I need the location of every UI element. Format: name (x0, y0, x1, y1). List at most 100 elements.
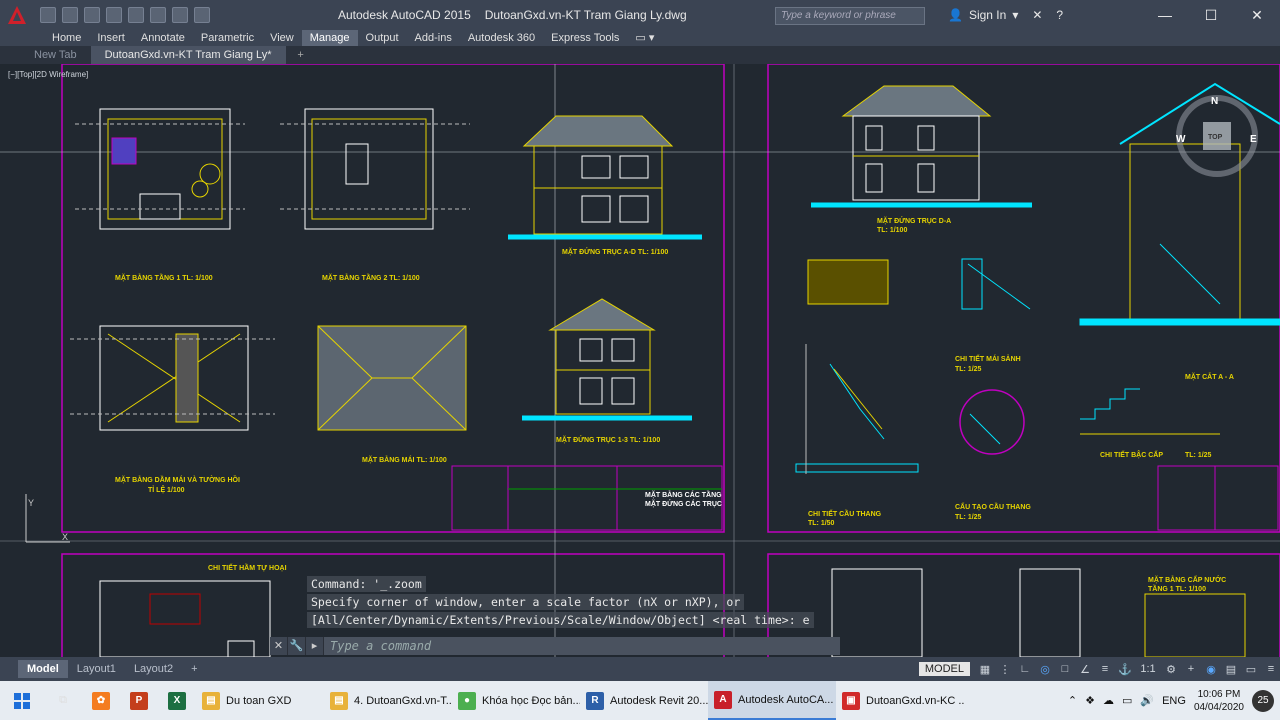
plus-icon[interactable]: + (1182, 660, 1200, 678)
taskbar-item-label: DutoanGxd.vn-KC ... (866, 694, 964, 707)
layout-tab-layout2[interactable]: Layout2 (125, 660, 182, 678)
grid-icon[interactable]: ▦ (976, 660, 994, 678)
label-sheet-title-2: MẶT ĐỨNG CÁC TRỤC (645, 499, 722, 508)
scale-value[interactable]: 1:1 (1136, 660, 1160, 678)
command-input[interactable]: Type a command (324, 637, 840, 655)
clock-time: 10:06 PM (1197, 688, 1241, 700)
annotation-scale-icon[interactable]: ⚓ (1116, 660, 1134, 678)
workspace-dropdown-icon[interactable] (194, 7, 210, 23)
language-indicator[interactable]: ENG (1162, 695, 1186, 707)
clock[interactable]: 10:06 PM 04/04/2020 (1194, 688, 1244, 714)
add-layout-icon[interactable]: + (182, 660, 206, 678)
label-sheet-title-1: MẶT BẰNG CÁC TẦNG (645, 489, 722, 499)
print-icon[interactable] (128, 7, 144, 23)
tab-insert[interactable]: Insert (89, 30, 133, 46)
polar-icon[interactable]: ◎ (1036, 660, 1054, 678)
volume-icon[interactable]: 🔊 (1140, 694, 1154, 707)
close-button[interactable]: ✕ (1234, 0, 1280, 30)
recent-commands-icon[interactable]: ▸ (306, 637, 324, 655)
open-file-icon[interactable] (62, 7, 78, 23)
snap-icon[interactable]: ⋮ (996, 660, 1014, 678)
sign-in-button[interactable]: 👤 Sign In ▾ ✕ ? (948, 8, 1063, 22)
network-icon[interactable]: ▭ (1122, 694, 1132, 707)
hardware-accel-icon[interactable]: ▤ (1222, 660, 1240, 678)
save-icon[interactable] (84, 7, 100, 23)
taskbar-app-icon: ● (458, 691, 476, 710)
floor-plan-1 (75, 108, 245, 230)
new-file-icon[interactable] (40, 7, 56, 23)
close-command-icon[interactable]: ✕ (270, 637, 288, 655)
drawing-canvas[interactable]: [−][Top][2D Wireframe] YX MẶT BẰNG TẦNG … (0, 64, 1280, 657)
windows-start-icon[interactable] (0, 681, 44, 720)
taskbar-item[interactable]: R Autodesk Revit 20... (580, 681, 708, 720)
tab-parametric[interactable]: Parametric (193, 30, 262, 46)
help-icon[interactable]: ? (1056, 8, 1063, 22)
tab-active-drawing[interactable]: DutoanGxd.vn-KT Tram Giang Ly* (90, 46, 286, 64)
taskbar-item[interactable]: ▤ Du toan GXD (196, 681, 324, 720)
label-stair-struct: CẤU TẠO CẦU THANG (955, 501, 1031, 511)
task-view-icon[interactable]: ⧉ (44, 681, 82, 720)
minimize-button[interactable]: — (1142, 0, 1188, 30)
onedrive-icon[interactable]: ☁ (1103, 694, 1114, 707)
otrack-icon[interactable]: ∠ (1076, 660, 1094, 678)
lineweight-icon[interactable]: ≡ (1096, 660, 1114, 678)
customize-command-icon[interactable]: 🔧 (288, 637, 306, 655)
taskbar-app-icon: A (714, 690, 732, 709)
ortho-icon[interactable]: ∟ (1016, 660, 1034, 678)
clean-screen-icon[interactable]: ▭ (1242, 660, 1260, 678)
user-icon: 👤 (948, 8, 963, 22)
layout-tab-layout1[interactable]: Layout1 (68, 660, 125, 678)
taskbar-item[interactable]: ● Khóa học Đọc bản... (452, 681, 580, 720)
tab-view[interactable]: View (262, 30, 302, 46)
powerpoint-icon[interactable]: P (120, 681, 158, 720)
undo-icon[interactable] (150, 7, 166, 23)
excel-icon[interactable]: X (158, 681, 196, 720)
taskbar-item[interactable]: ▣ DutoanGxd.vn-KC ... (836, 681, 964, 720)
tab-output[interactable]: Output (358, 30, 407, 46)
taskbar-items: ▤ Du toan GXD ▤ 4. DutoanGxd.vn-T... ● Khóa h… (196, 681, 964, 720)
label-roof-beam-scale: TỈ LỆ 1/100 (148, 485, 185, 494)
tray-chevron-icon[interactable]: ⌃ (1068, 694, 1077, 707)
add-tab-icon[interactable]: + (292, 46, 310, 64)
isolate-icon[interactable]: ◉ (1202, 660, 1220, 678)
xampp-icon[interactable]: ✿ (82, 681, 120, 720)
taskbar-item-label: Du toan GXD (226, 694, 292, 707)
roof-beam-plan (70, 325, 275, 431)
window-title: Autodesk AutoCAD 2015 DutoanGxd.vn-KT Tra… (338, 8, 687, 22)
model-space-button[interactable]: MODEL (918, 662, 970, 676)
search-input[interactable]: Type a keyword or phrase (775, 7, 925, 25)
exchange-icon[interactable]: ✕ (1032, 8, 1042, 22)
tab-add-ins[interactable]: Add-ins (407, 30, 460, 46)
redo-icon[interactable] (172, 7, 188, 23)
tab-express-tools[interactable]: Express Tools (543, 30, 627, 46)
label-floor2: MẶT BẰNG TẦNG 2 TL: 1/100 (322, 272, 420, 282)
command-history: Command: '_.zoom Specify corner of windo… (307, 576, 847, 630)
document-tab-bar: New Tab DutoanGxd.vn-KT Tram Giang Ly* + (0, 46, 1280, 64)
maximize-button[interactable]: ☐ (1188, 0, 1234, 30)
workspace-gear-icon[interactable]: ⚙ (1162, 660, 1180, 678)
tab-home[interactable]: Home (44, 30, 89, 46)
taskbar-item[interactable]: A Autodesk AutoCA... (708, 681, 836, 720)
osnap-icon[interactable]: □ (1056, 660, 1074, 678)
ribbon-toggle-icon[interactable]: ▭ ▾ (627, 30, 662, 46)
taskbar-item[interactable]: ▤ 4. DutoanGxd.vn-T... (324, 681, 452, 720)
dropbox-icon[interactable]: ❖ (1085, 694, 1095, 707)
viewport-label[interactable]: [−][Top][2D Wireframe] (8, 70, 88, 79)
taskbar-item-label: 4. DutoanGxd.vn-T... (354, 694, 452, 707)
save-as-icon[interactable] (106, 7, 122, 23)
notification-badge[interactable]: 25 (1252, 689, 1274, 712)
status-bar: Model Layout1 Layout2 + MODEL ▦ ⋮ ∟ ◎ □ ∠ … (0, 657, 1280, 681)
label-roof: MẶT BẰNG MÁI TL: 1/100 (362, 455, 447, 464)
window-controls: — ☐ ✕ (1142, 0, 1280, 30)
tab-autodesk-360[interactable]: Autodesk 360 (460, 30, 543, 46)
customize-icon[interactable]: ≡ (1262, 660, 1280, 678)
tab-annotate[interactable]: Annotate (133, 30, 193, 46)
autocad-logo-icon[interactable] (0, 0, 34, 30)
label-roof-beam: MẶT BẰNG DẦM MÁI VÀ TƯỜNG HỒI (115, 474, 240, 484)
layout-tab-model[interactable]: Model (18, 660, 68, 678)
label-elev-13: MẶT ĐỨNG TRỤC 1-3 TL: 1/100 (556, 435, 660, 444)
tab-manage[interactable]: Manage (301, 30, 358, 46)
tab-new-tab[interactable]: New Tab (20, 46, 91, 64)
command-history-line-1: Command: '_.zoom (307, 576, 426, 592)
taskbar: ⧉ ✿ P X ▤ Du toan GXD ▤ 4. DutoanGxd.vn-T..… (0, 681, 1280, 720)
